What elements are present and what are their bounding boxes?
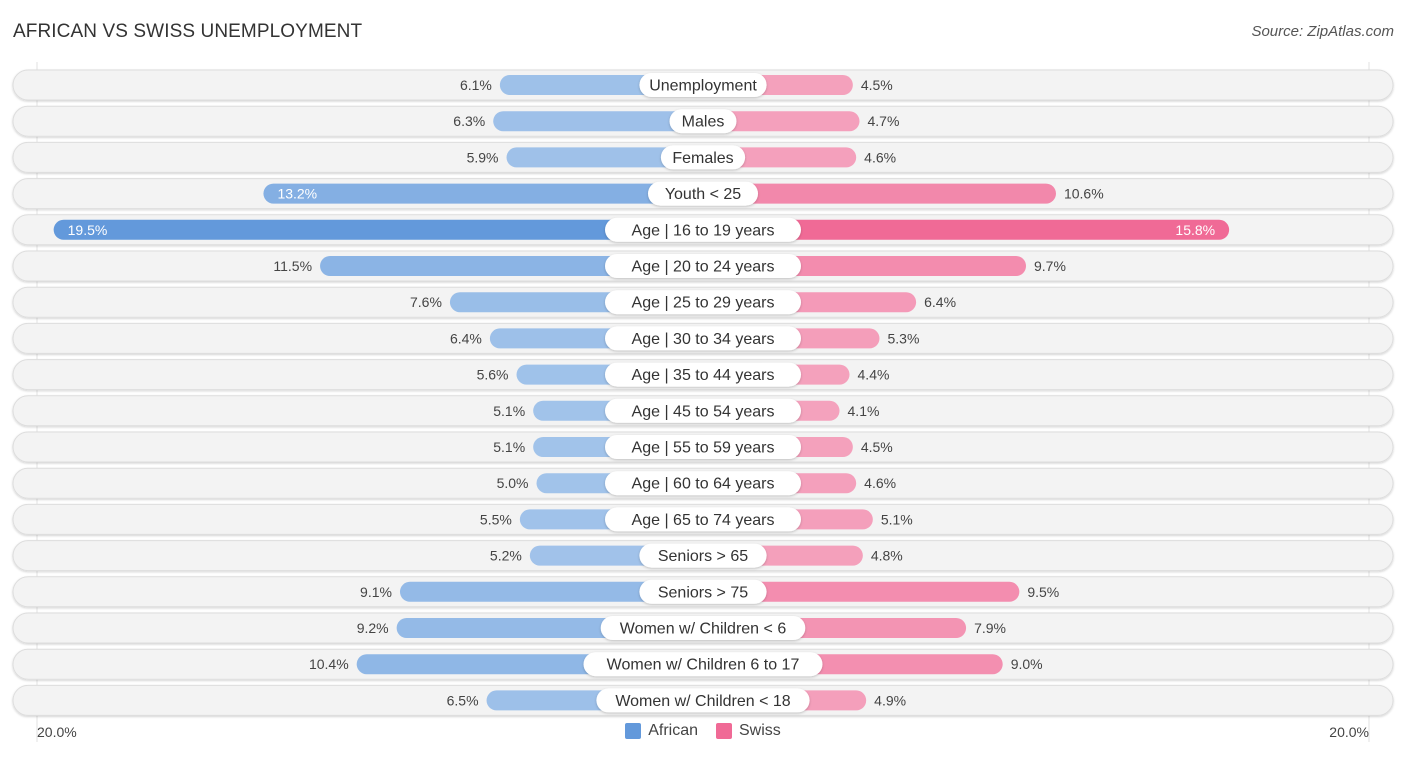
value-label-swiss: 4.5%	[861, 77, 893, 93]
value-label-swiss: 9.7%	[1034, 258, 1066, 274]
value-label-african: 9.2%	[357, 620, 389, 636]
category-label: Age | 45 to 54 years	[632, 403, 775, 420]
chart-row: 5.2% 4.8% Seniors > 65	[12, 540, 1394, 572]
legend-label-swiss: Swiss	[739, 722, 781, 739]
category-label: Women w/ Children < 6	[620, 621, 787, 638]
category-label: Age | 16 to 19 years	[632, 222, 775, 239]
value-label-african: 19.5%	[68, 222, 108, 238]
value-label-swiss: 4.1%	[848, 403, 880, 419]
value-label-african: 5.1%	[493, 439, 525, 455]
category-label: Seniors > 65	[658, 548, 748, 565]
chart-row: 6.5% 4.9% Women w/ Children < 18	[12, 684, 1394, 716]
value-label-african: 11.5%	[273, 258, 312, 274]
category-label: Unemployment	[649, 78, 757, 95]
legend-item-swiss[interactable]: Swiss	[716, 722, 781, 740]
category-label: Seniors > 75	[658, 584, 748, 601]
value-label-swiss: 5.3%	[887, 330, 919, 346]
value-label-swiss: 15.8%	[1175, 222, 1215, 238]
value-label-swiss: 5.1%	[881, 511, 913, 527]
value-label-african: 6.4%	[450, 330, 482, 346]
value-label-african: 5.2%	[490, 548, 522, 564]
value-label-swiss: 4.6%	[864, 475, 896, 491]
value-label-african: 5.5%	[480, 511, 512, 527]
category-label: Youth < 25	[665, 186, 741, 203]
chart-row: 11.5% 9.7% Age | 20 to 24 years	[12, 250, 1394, 282]
chart-row: 5.5% 5.1% Age | 65 to 74 years	[12, 503, 1394, 535]
category-label: Age | 30 to 34 years	[632, 331, 775, 348]
chart-row: 5.1% 4.1% Age | 45 to 54 years	[12, 395, 1394, 427]
chart-row: 13.2% 10.6% Youth < 25	[12, 178, 1394, 210]
chart-row: 10.4% 9.0% Women w/ Children 6 to 17	[12, 648, 1394, 680]
category-label: Age | 55 to 59 years	[632, 440, 775, 457]
value-label-african: 6.1%	[460, 77, 492, 93]
chart-row: 6.3% 4.7% Males	[12, 105, 1394, 137]
value-label-swiss: 10.6%	[1064, 186, 1104, 202]
value-label-african: 13.2%	[277, 186, 317, 202]
value-label-swiss: 4.6%	[864, 149, 896, 165]
chart-row: 19.5% 15.8% Age | 16 to 19 years	[12, 214, 1394, 246]
category-label: Age | 65 to 74 years	[632, 512, 775, 529]
chart-row: 9.2% 7.9% Women w/ Children < 6	[12, 612, 1394, 644]
value-label-swiss: 9.0%	[1011, 656, 1043, 672]
value-label-african: 6.3%	[453, 113, 485, 129]
value-label-african: 9.1%	[360, 584, 392, 600]
category-label: Age | 20 to 24 years	[632, 259, 775, 276]
chart-row: 5.0% 4.6% Age | 60 to 64 years	[12, 467, 1394, 499]
category-label: Women w/ Children 6 to 17	[607, 657, 800, 674]
value-label-swiss: 4.8%	[871, 548, 903, 564]
value-label-swiss: 4.5%	[861, 439, 893, 455]
value-label-african: 5.9%	[467, 149, 499, 165]
chart-row: 6.4% 5.3% Age | 30 to 34 years	[12, 322, 1394, 354]
category-label: Females	[672, 150, 733, 167]
value-label-swiss: 7.9%	[974, 620, 1006, 636]
chart-row: 9.1% 9.5% Seniors > 75	[12, 576, 1394, 608]
legend-item-african[interactable]: African	[625, 722, 698, 740]
chart-row: 5.6% 4.4% Age | 35 to 44 years	[12, 359, 1394, 391]
value-label-african: 5.0%	[497, 475, 529, 491]
legend-swatch-african	[625, 723, 642, 739]
legend-swatch-swiss	[716, 723, 732, 739]
value-label-swiss: 4.4%	[858, 367, 890, 383]
legend: African Swiss	[0, 722, 1406, 740]
diverging-bar-chart: 6.1% 4.5% Unemployment 6.3% 4.7% Males 5.9% 4.6…	[12, 62, 1394, 742]
value-label-african: 5.1%	[493, 403, 525, 419]
chart-row: 7.6% 6.4% Age | 25 to 29 years	[12, 286, 1394, 318]
value-label-swiss: 4.9%	[874, 692, 906, 708]
chart-row: 5.9% 4.6% Females	[12, 141, 1394, 173]
value-label-african: 6.5%	[447, 692, 479, 708]
value-label-african: 5.6%	[477, 367, 509, 383]
legend-label-african: African	[648, 722, 698, 739]
category-label: Age | 35 to 44 years	[632, 367, 775, 384]
chart-row: 5.1% 4.5% Age | 55 to 59 years	[12, 431, 1394, 463]
category-label: Women w/ Children < 18	[615, 693, 790, 710]
value-label-african: 7.6%	[410, 294, 442, 310]
category-label: Age | 25 to 29 years	[632, 295, 775, 312]
value-label-swiss: 9.5%	[1027, 584, 1059, 600]
chart-row: 6.1% 4.5% Unemployment	[12, 69, 1394, 101]
category-label: Males	[682, 114, 725, 131]
value-label-swiss: 4.7%	[868, 113, 900, 129]
value-label-swiss: 6.4%	[924, 294, 956, 310]
category-label: Age | 60 to 64 years	[632, 476, 775, 493]
value-label-african: 10.4%	[309, 656, 349, 672]
bar-african[interactable]	[263, 183, 703, 204]
